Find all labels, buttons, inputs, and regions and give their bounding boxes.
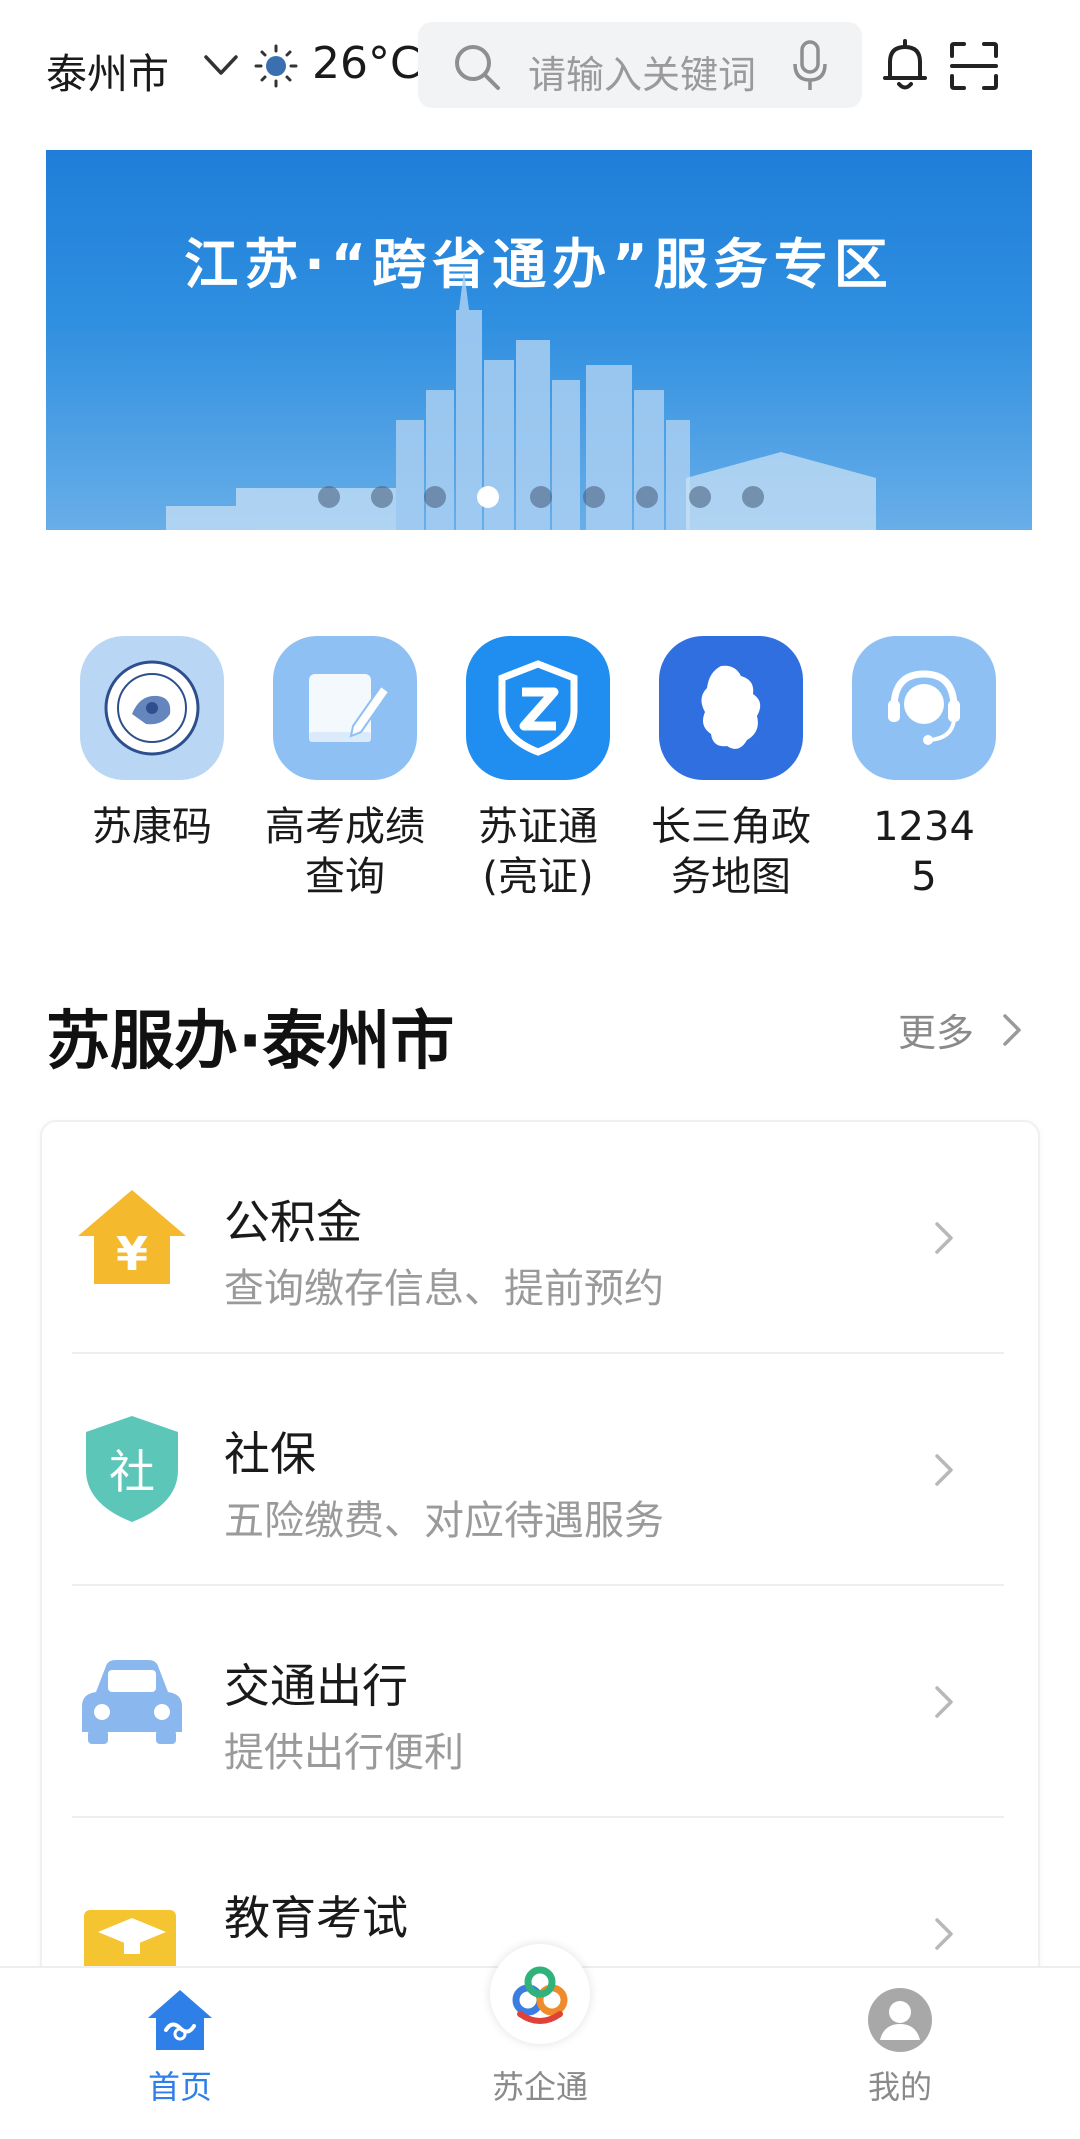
service-title: 交通出行 [224, 1659, 408, 1713]
quick-services: 苏康码 高考成绩 查询 苏证通 (亮证) 长三角政 务地图 1234 5 [0, 636, 1080, 926]
service-subtitle: 五险缴费、对应待遇服务 [224, 1498, 664, 1544]
chevron-right-icon [935, 1918, 953, 1950]
car-icon [82, 1660, 182, 1744]
headset-icon [852, 636, 996, 780]
search-icon [455, 45, 500, 90]
pagination-dot[interactable] [318, 486, 340, 508]
quick-item-suzhengtong[interactable]: 苏证通 (亮证) [443, 636, 633, 902]
city-selector[interactable]: 泰州市 [46, 40, 169, 100]
weather-sun-icon [254, 44, 298, 88]
user-avatar-icon [868, 1988, 932, 2052]
nav-label: 我的 [867, 2068, 932, 2106]
shield-z-icon [466, 636, 610, 780]
quick-item-gaokao[interactable]: 高考成绩 查询 [250, 636, 440, 902]
section-title: 苏服办·泰州市 [46, 1005, 455, 1079]
nav-label: 苏企通 [491, 2068, 588, 2106]
pagination-dot[interactable] [583, 486, 605, 508]
chevron-right-icon[interactable] [1000, 1010, 1024, 1050]
more-link[interactable]: 更多 [898, 1002, 974, 1057]
suqitong-logo-icon [512, 1966, 568, 2024]
notebook-pen-icon [273, 636, 417, 780]
top-bar: 泰州市 26°C 请输入关键词 [0, 0, 1080, 130]
pagination-dot[interactable] [424, 486, 446, 508]
quick-item-label: 苏证通 (亮证) [478, 804, 598, 900]
scan-icon[interactable] [948, 40, 1000, 92]
service-subtitle: 查询缴存信息、提前预约 [224, 1266, 664, 1312]
service-row-transport[interactable]: 交通出行 提供出行便利 [42, 1586, 1038, 1818]
search-placeholder: 请输入关键词 [528, 53, 757, 97]
chevron-right-icon [935, 1454, 953, 1486]
pagination-dot-active[interactable] [477, 486, 499, 508]
nav-label: 首页 [147, 2068, 212, 2106]
quick-item-label: 苏康码 [92, 804, 212, 850]
quick-item-label: 1234 5 [873, 804, 975, 900]
microphone-icon[interactable] [790, 38, 830, 94]
suqitong-button[interactable] [490, 1944, 590, 2044]
health-code-emblem-icon [80, 636, 224, 780]
pagination-dot[interactable] [742, 486, 764, 508]
service-subtitle: 提供出行便利 [224, 1730, 464, 1776]
service-title: 教育考试 [224, 1891, 408, 1945]
service-title: 公积金 [224, 1195, 362, 1249]
quick-item-label: 长三角政 务地图 [651, 804, 811, 900]
notification-bell-icon[interactable] [880, 38, 930, 94]
social-security-shield-icon: 社 [86, 1416, 178, 1522]
promo-banner[interactable]: 江苏·“跨省通办”服务专区 [46, 150, 1032, 530]
chevron-down-icon[interactable] [200, 48, 242, 82]
pagination-dot[interactable] [689, 486, 711, 508]
quick-item-12345[interactable]: 1234 5 [829, 636, 1019, 902]
temperature: 26°C [312, 38, 421, 89]
service-list-card: ¥ 公积金 查询缴存信息、提前预约 社 社保 五险缴费、对应待遇服务 交通出行 [40, 1120, 1040, 2024]
home-icon [148, 1990, 212, 2050]
banner-pagination [318, 486, 818, 510]
pagination-dot[interactable] [371, 486, 393, 508]
search-box[interactable]: 请输入关键词 [418, 22, 862, 108]
service-title: 社保 [224, 1427, 316, 1481]
quick-item-label: 高考成绩 查询 [265, 804, 425, 900]
pagination-dot[interactable] [530, 486, 552, 508]
quick-item-yrd-map[interactable]: 长三角政 务地图 [636, 636, 826, 902]
map-region-icon [659, 636, 803, 780]
quick-item-sukangma[interactable]: 苏康码 [57, 636, 247, 852]
pagination-dot[interactable] [636, 486, 658, 508]
chevron-right-icon [935, 1222, 953, 1254]
service-row-social-security[interactable]: 社 社保 五险缴费、对应待遇服务 [42, 1354, 1038, 1586]
service-row-housing-fund[interactable]: ¥ 公积金 查询缴存信息、提前预约 [42, 1122, 1038, 1354]
svg-text:社: 社 [109, 1445, 155, 1499]
yuan-house-icon: ¥ [78, 1190, 186, 1284]
chevron-right-icon [935, 1686, 953, 1718]
svg-text:¥: ¥ [116, 1227, 148, 1281]
